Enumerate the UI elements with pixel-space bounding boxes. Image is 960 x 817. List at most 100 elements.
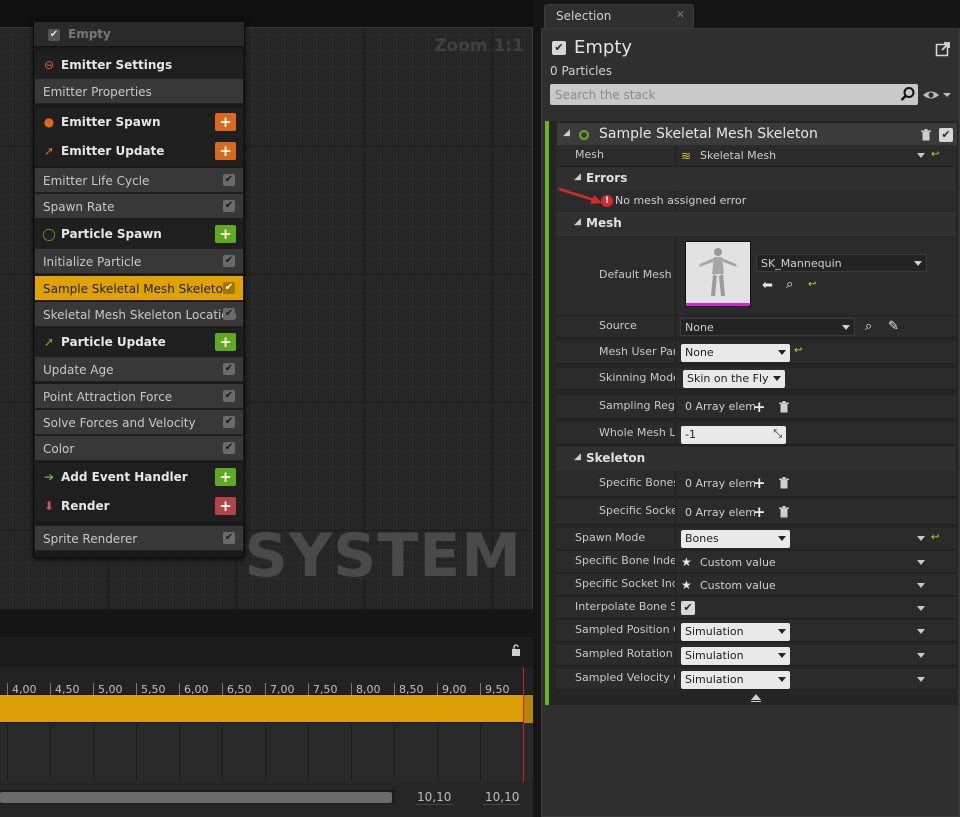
drag-resize-icon[interactable]: ⤡ — [773, 427, 782, 441]
module-enable-checkbox[interactable]: ✔ — [223, 200, 235, 212]
add-module-button[interactable]: + — [215, 225, 236, 243]
emitter-node-header[interactable]: ✔ Empty — [34, 22, 244, 47]
interpolate-checkbox[interactable]: ✔ — [681, 601, 695, 615]
eyedropper-icon[interactable]: ✎ — [888, 319, 899, 334]
stack-module-row[interactable]: Sprite Renderer ✔ — [35, 526, 243, 551]
collapse-triangle-icon[interactable]: ◢ — [574, 217, 581, 227]
whole-mesh-lod-field[interactable]: -1 ⤡ — [681, 426, 786, 444]
add-module-button[interactable]: + — [215, 497, 236, 515]
stack-module-row[interactable]: Emitter Properties — [35, 79, 243, 104]
chevron-down-icon[interactable] — [917, 629, 925, 634]
chevron-down-icon[interactable] — [917, 536, 925, 541]
mesh-user-param-combo[interactable]: None — [681, 344, 790, 362]
timeline-tick-label: 6,50 — [227, 683, 252, 696]
module-enable-checkbox[interactable]: ✔ — [939, 128, 953, 142]
lock-icon[interactable] — [509, 643, 523, 657]
add-element-icon[interactable]: + — [753, 400, 766, 415]
browse-search-icon[interactable]: ⌕ — [786, 277, 793, 292]
stack-group-row[interactable]: ● Emitter Spawn + — [35, 108, 243, 137]
module-enable-checkbox[interactable]: ✔ — [223, 255, 235, 267]
module-header[interactable]: ◢ Sample Skeletal Mesh Skeleton ✔ — [557, 123, 957, 147]
chevron-down-icon[interactable] — [917, 153, 925, 158]
chevron-down-icon[interactable] — [917, 677, 925, 682]
module-enable-checkbox[interactable]: ✔ — [223, 282, 235, 294]
add-element-icon[interactable]: + — [753, 505, 766, 520]
stack-search-input[interactable] — [555, 86, 895, 103]
reset-to-default-icon[interactable]: ↩ — [931, 150, 941, 160]
collapse-triangle-icon[interactable]: ◢ — [574, 452, 581, 462]
stack-module-row[interactable]: Sample Skeletal Mesh Skeleton ✔ — [35, 276, 243, 301]
chevron-down-icon[interactable] — [917, 583, 925, 588]
stack-group-row[interactable]: ➚ Emitter Update + — [35, 137, 243, 166]
selection-enable-checkbox[interactable]: ✔ — [552, 41, 566, 55]
add-module-button[interactable]: + — [215, 142, 236, 160]
mesh-thumbnail[interactable] — [685, 241, 751, 307]
module-enable-checkbox[interactable]: ✔ — [223, 308, 235, 320]
errors-section[interactable]: ◢ Errors — [556, 167, 956, 191]
stack-group-row[interactable]: ⬇ Render + — [35, 492, 243, 521]
skeleton-section[interactable]: ◢ Skeleton — [556, 447, 956, 471]
timeline-working-end-field[interactable]: 10,10 — [483, 790, 522, 805]
add-element-icon[interactable]: + — [753, 476, 766, 491]
stack-module-row[interactable]: Emitter Life Cycle ✔ — [35, 168, 243, 193]
source-combo[interactable]: None — [680, 318, 855, 336]
module-enable-checkbox[interactable]: ✔ — [223, 442, 235, 454]
collapse-triangle-icon[interactable]: ◢ — [574, 172, 581, 182]
spawn-mode-combo[interactable]: Bones — [681, 530, 790, 548]
browse-search-icon[interactable]: ⌕ — [865, 319, 872, 334]
stack-module-row[interactable]: Solve Forces and Velocity ✔ — [35, 410, 243, 435]
mesh-section[interactable]: ◢ Mesh — [556, 212, 956, 236]
sampled-velocity-combo[interactable]: Simulation — [681, 671, 790, 689]
stack-module-row[interactable]: Skeletal Mesh Skeleton Location ✔ — [35, 302, 243, 327]
trash-icon[interactable] — [778, 401, 790, 413]
search-icon[interactable] — [900, 86, 916, 102]
stack-module-row[interactable]: Color ✔ — [35, 436, 243, 461]
chevron-down-icon[interactable] — [917, 653, 925, 658]
module-enable-checkbox[interactable]: ✔ — [223, 363, 235, 375]
popout-icon[interactable] — [935, 41, 951, 57]
stack-group-row[interactable]: ◯ Particle Spawn + — [35, 220, 243, 249]
module-enable-checkbox[interactable]: ✔ — [223, 174, 235, 186]
stack-group-row[interactable]: ➔ Add Event Handler + — [35, 463, 243, 492]
reset-to-default-icon[interactable]: ↩ — [931, 533, 941, 543]
add-module-button[interactable]: + — [215, 333, 236, 351]
default-mesh-combo[interactable]: SK_Mannequin — [756, 254, 927, 272]
skinning-mode-combo[interactable]: Skin on the Fly — [683, 370, 785, 388]
add-module-button[interactable]: + — [215, 113, 236, 131]
source-combo-value: None — [685, 321, 714, 334]
emitter-enable-checkbox[interactable]: ✔ — [48, 29, 60, 41]
collapse-arrow-icon[interactable] — [751, 694, 761, 700]
use-selected-arrow-icon[interactable]: ⬅ — [762, 278, 773, 293]
timeline-view-end-field[interactable]: 10,10 — [415, 790, 454, 805]
module-enable-checkbox[interactable]: ✔ — [223, 390, 235, 402]
timeline-playhead[interactable] — [523, 667, 524, 782]
close-icon[interactable]: ✕ — [676, 8, 685, 21]
module-enable-checkbox[interactable]: ✔ — [223, 416, 235, 428]
stack-search-box[interactable] — [550, 84, 918, 105]
reset-to-default-icon[interactable]: ↩ — [794, 346, 804, 356]
timeline-track-end-handle[interactable] — [524, 695, 533, 723]
trash-icon[interactable] — [920, 129, 932, 141]
trash-icon[interactable] — [778, 477, 790, 489]
eye-visibility-icon[interactable] — [922, 87, 952, 103]
stack-module-row[interactable]: Update Age ✔ — [35, 357, 243, 382]
stack-module-row[interactable]: Spawn Rate ✔ — [35, 194, 243, 219]
sampled-position-combo[interactable]: Simulation — [681, 623, 790, 641]
stack-group-row[interactable]: ➚ Particle Update + — [35, 328, 243, 357]
emitter-node[interactable]: ✔ Empty ⊖ Emitter Settings Emitter Propert… — [33, 21, 245, 558]
add-module-button[interactable]: + — [215, 468, 236, 486]
stack-module-row[interactable]: Initialize Particle ✔ — [35, 249, 243, 274]
stack-module-row[interactable]: Point Attraction Force ✔ — [35, 384, 243, 409]
tab-selection[interactable]: Selection ✕ — [544, 4, 694, 28]
reset-to-default-icon[interactable]: ↩ — [808, 280, 818, 290]
trash-icon[interactable] — [778, 506, 790, 518]
timeline-scrollbar-thumb[interactable] — [0, 792, 392, 803]
emitter-timeline-track[interactable] — [0, 695, 533, 723]
chevron-down-icon[interactable] — [917, 560, 925, 565]
column-divider — [675, 620, 676, 641]
module-enable-checkbox[interactable]: ✔ — [223, 532, 235, 544]
chevron-down-icon[interactable] — [917, 606, 925, 611]
sampled-rotation-combo[interactable]: Simulation — [681, 647, 790, 665]
stack-group-row[interactable]: ⊖ Emitter Settings — [35, 51, 243, 80]
collapse-triangle-icon[interactable]: ◢ — [563, 128, 570, 138]
